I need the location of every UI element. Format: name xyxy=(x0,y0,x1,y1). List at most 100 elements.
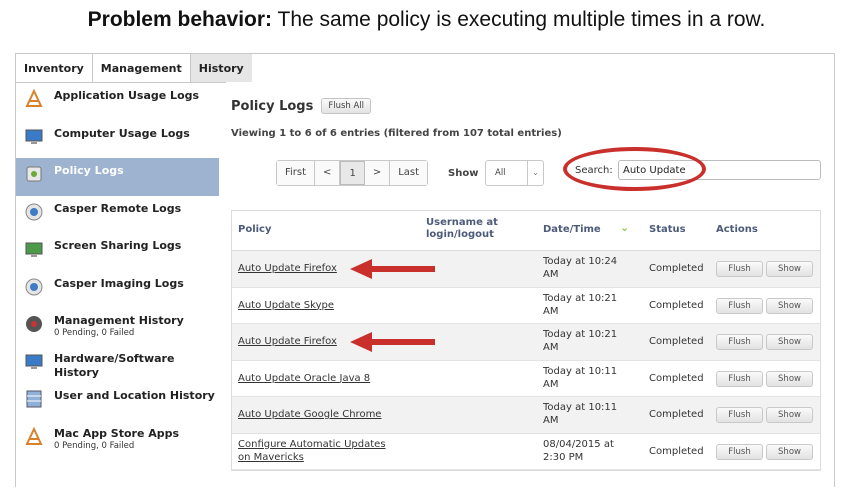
flush-button[interactable]: Flush xyxy=(716,261,763,277)
table-body: Auto Update Firefox Today at 10:24 AM Compl… xyxy=(232,251,820,470)
sidebar-item-screen-sharing-logs[interactable]: Screen Sharing Logs xyxy=(16,233,219,271)
datetime-line1: Today at 10:24 xyxy=(543,256,618,267)
col-policy-header[interactable]: Policy xyxy=(238,224,272,235)
hardware-software-icon xyxy=(24,352,44,372)
table-row: Auto Update Skype Today at 10:21 AM Complet… xyxy=(232,288,820,324)
status-cell: Completed xyxy=(649,409,704,420)
sidebar: Application Usage Logs Computer Usage Log… xyxy=(16,83,219,458)
flush-button[interactable]: Flush xyxy=(716,443,763,460)
policy-link-line1: Auto Update Oracle Java 8 xyxy=(238,372,371,384)
sidebar-item-label: Casper Remote Logs xyxy=(54,201,182,215)
status-cell: Completed xyxy=(649,263,704,274)
datetime-line1: Today at 10:11 xyxy=(543,402,618,413)
slide-headline: Problem behavior: The same policy is exe… xyxy=(0,8,853,32)
show-select[interactable]: All ⌄ xyxy=(485,160,544,186)
chevron-down-icon: ⌄ xyxy=(527,161,543,185)
sidebar-item-label: Computer Usage Logs xyxy=(54,126,190,140)
flush-button[interactable]: Flush xyxy=(716,297,763,314)
sidebar-item-label: Hardware/Software History xyxy=(54,351,175,379)
sidebar-item-casper-remote-logs[interactable]: Casper Remote Logs xyxy=(16,196,219,234)
policy-link-line1: Configure Automatic Updates xyxy=(238,438,386,450)
tab-inventory[interactable]: Inventory xyxy=(16,54,93,82)
datetime-line2: AM xyxy=(543,378,559,390)
status-cell: Completed xyxy=(649,445,704,457)
flush-all-button[interactable]: Flush All xyxy=(321,98,372,114)
sidebar-item-policy-logs[interactable]: Policy Logs xyxy=(16,158,219,196)
col-username-header[interactable]: Username at login/logout xyxy=(426,217,546,241)
show-select-value: All xyxy=(495,168,506,178)
col-status-header[interactable]: Status xyxy=(649,224,686,235)
table-row: Auto Update Firefox Today at 10:24 AM Compl… xyxy=(232,251,820,288)
datetime-line2: AM xyxy=(543,305,559,317)
sidebar-item-label: Mac App Store Apps xyxy=(54,426,180,440)
pager-last-button[interactable]: Last xyxy=(390,161,428,185)
table-row: Auto Update Firefox Today at 10:21 AM Compl… xyxy=(232,324,820,361)
sidebar-item-subtext: 0 Pending, 0 Failed xyxy=(54,328,135,338)
policy-link[interactable]: Auto Update Firefox xyxy=(238,262,337,275)
sidebar-item-computer-usage-logs[interactable]: Computer Usage Logs xyxy=(16,121,219,159)
datetime-line1: Today at 10:21 xyxy=(543,329,618,340)
sidebar-item-text: Casper Imaging Logs xyxy=(54,277,184,291)
sidebar-item-casper-imaging-logs[interactable]: Casper Imaging Logs xyxy=(16,271,219,309)
table-row: Auto Update Oracle Java 8 Today at 10:11 A… xyxy=(232,361,820,397)
sort-descending-icon[interactable]: ⌄ xyxy=(620,221,629,234)
user-location-icon xyxy=(24,389,44,409)
page-title: Policy Logs xyxy=(231,98,314,114)
show-button[interactable]: Show xyxy=(766,334,813,350)
sidebar-item-subtext: 0 Pending, 0 Failed xyxy=(54,440,135,451)
sidebar-item-text: Casper Remote Logs xyxy=(54,202,181,216)
datetime-cell: 08/04/2015 at 2:30 PM xyxy=(543,438,614,464)
policy-icon xyxy=(24,164,44,184)
status-cell: Completed xyxy=(649,336,704,347)
sidebar-item-management-history[interactable]: Management History 0 Pending, 0 Failed xyxy=(16,308,219,346)
flush-button[interactable]: Flush xyxy=(716,407,763,423)
policy-link[interactable]: Auto Update Google Chrome xyxy=(238,408,381,421)
pager-prev-button[interactable]: < xyxy=(315,161,341,185)
management-history-icon xyxy=(24,314,44,334)
datetime-cell: Today at 10:11 AM xyxy=(543,365,617,391)
datetime-line1: Today at 10:21 xyxy=(543,292,618,304)
flush-button[interactable]: Flush xyxy=(716,334,763,350)
pager-first-button[interactable]: First xyxy=(277,161,316,185)
app-frame: Inventory Management History Application… xyxy=(15,53,835,487)
policy-link[interactable]: Auto Update Firefox xyxy=(238,335,337,348)
show-button[interactable]: Show xyxy=(766,297,813,314)
policy-link-line1: Auto Update Firefox xyxy=(238,263,337,274)
annotation-arrow-icon xyxy=(350,332,435,352)
main-content: Policy Logs Flush All Viewing 1 to 6 of … xyxy=(231,92,831,471)
policy-link-line1: Auto Update Google Chrome xyxy=(238,409,382,420)
pager-page-button[interactable]: 1 xyxy=(340,161,365,185)
sidebar-item-application-usage-logs[interactable]: Application Usage Logs xyxy=(16,83,219,121)
col-datetime-header[interactable]: Date/Time xyxy=(543,224,601,235)
datetime-line2: AM xyxy=(543,415,559,426)
sidebar-item-label: User and Location History xyxy=(54,389,215,402)
title-row: Policy Logs Flush All xyxy=(231,98,831,114)
table-row: Configure Automatic Updates on Mavericks 0… xyxy=(232,434,820,470)
sidebar-item-user-and-location-history[interactable]: User and Location History xyxy=(16,383,219,421)
pager-next-button[interactable]: > xyxy=(364,161,391,185)
screen-sharing-icon xyxy=(24,239,44,259)
policy-link-line1: Auto Update Skype xyxy=(238,299,334,311)
tab-history[interactable]: History xyxy=(190,54,252,82)
top-tabs: Inventory Management History xyxy=(16,54,252,83)
sidebar-item-label: Application Usage Logs xyxy=(54,89,200,102)
status-cell: Completed xyxy=(649,299,704,311)
sidebar-item-mac-app-store-apps[interactable]: Mac App Store Apps 0 Pending, 0 Failed xyxy=(16,421,219,459)
sidebar-item-hardware-software-history[interactable]: Hardware/Software History xyxy=(16,346,219,384)
show-button[interactable]: Show xyxy=(766,261,813,277)
policy-link[interactable]: Configure Automatic Updates on Mavericks xyxy=(238,438,386,464)
policy-link[interactable]: Auto Update Skype xyxy=(238,299,334,312)
datetime-cell: Today at 10:21 AM xyxy=(543,328,617,354)
policy-link[interactable]: Auto Update Oracle Java 8 xyxy=(238,372,370,385)
tab-management[interactable]: Management xyxy=(92,54,191,82)
sidebar-item-text: Application Usage Logs xyxy=(54,89,199,103)
show-button[interactable]: Show xyxy=(766,370,813,387)
pagination: First < 1 > Last xyxy=(276,160,429,186)
show-button[interactable]: Show xyxy=(766,443,813,460)
flush-button[interactable]: Flush xyxy=(716,370,763,387)
show-button[interactable]: Show xyxy=(766,407,813,423)
casper-remote-icon xyxy=(24,202,44,222)
datetime-cell: Today at 10:11 AM xyxy=(543,401,617,427)
table-header: Policy Username at login/logout Date/Tim… xyxy=(232,211,820,251)
datetime-line2: AM xyxy=(543,342,559,353)
